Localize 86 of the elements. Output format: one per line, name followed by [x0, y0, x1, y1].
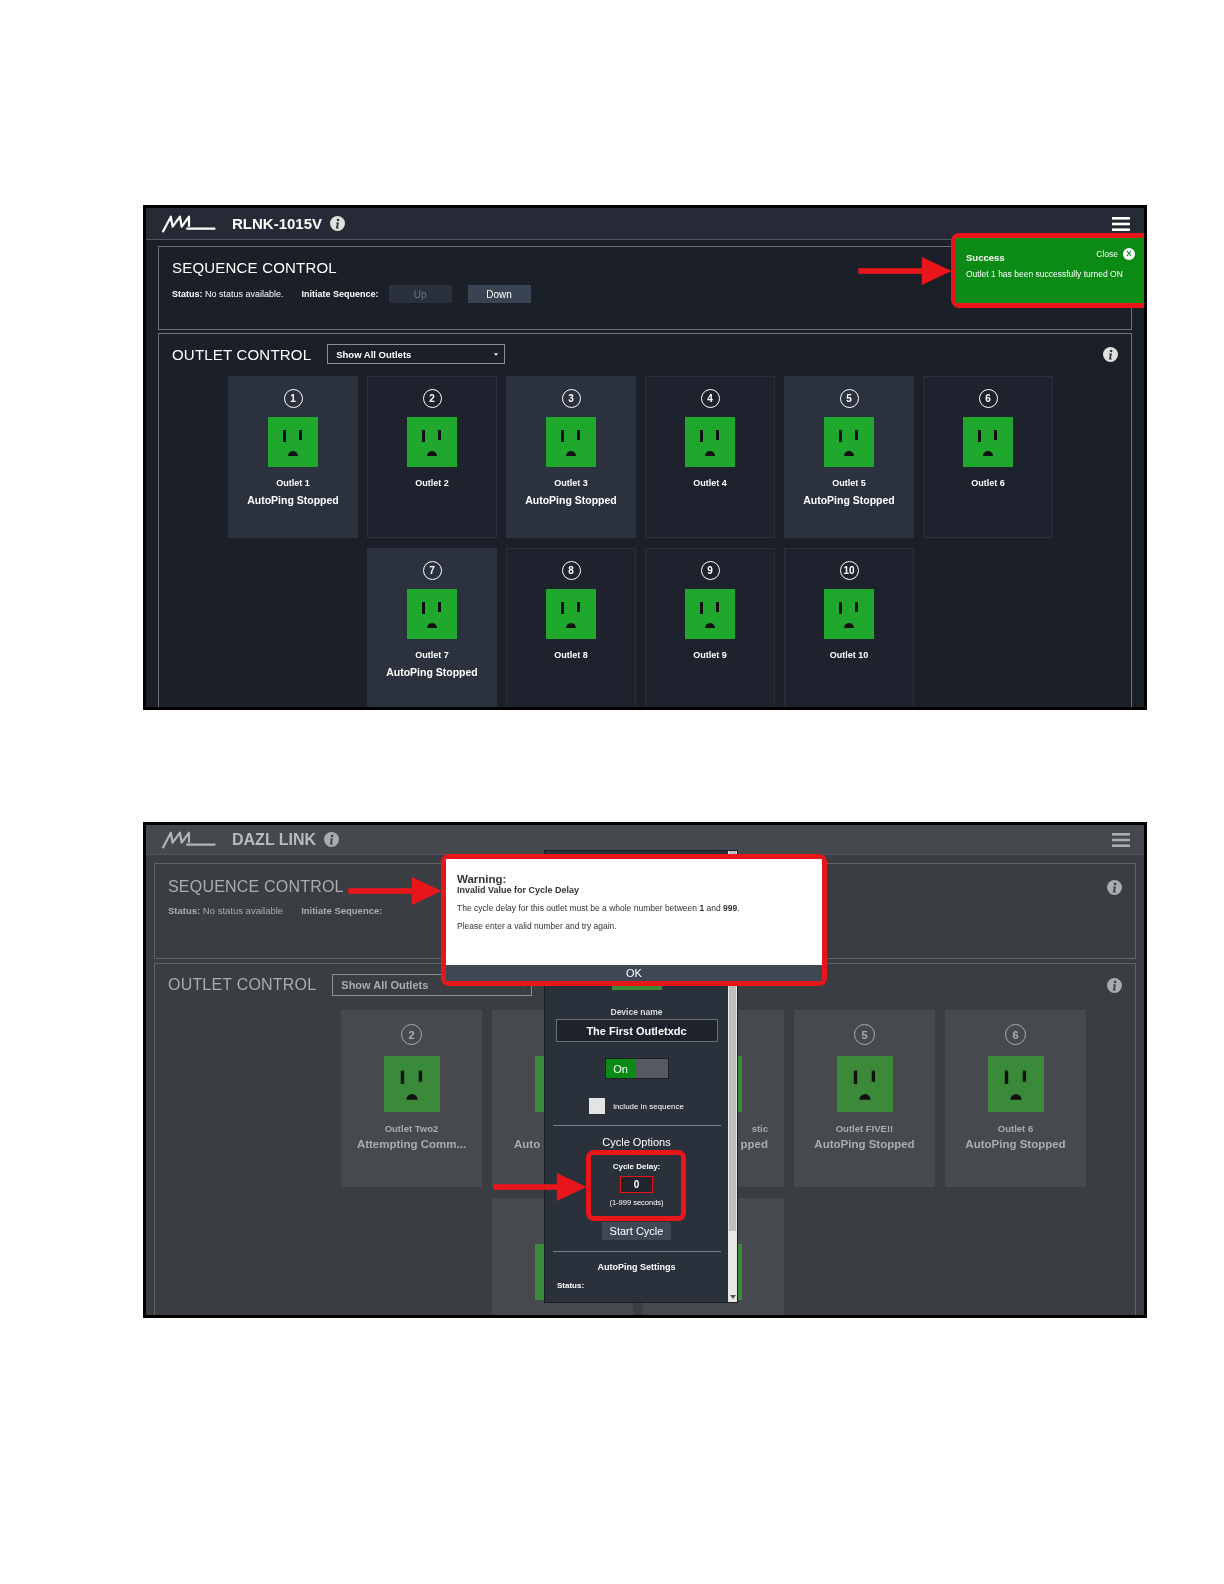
outlet-name: Outlet 2 [415, 478, 449, 489]
panel-title: OUTLET CONTROL [168, 976, 317, 994]
outlet-card[interactable]: 2 Outlet Two2 Attempting Comm... [341, 1010, 482, 1187]
outlet-status: pped [740, 1138, 768, 1150]
outlet-icon[interactable] [546, 589, 596, 639]
field-label: Status: [557, 1281, 585, 1290]
status-text: Status: No status available [168, 905, 284, 916]
checkbox[interactable] [589, 1098, 606, 1114]
ok-button[interactable]: OK [446, 965, 822, 981]
outlet-icon[interactable] [407, 589, 457, 639]
outlet-name: stic [751, 1123, 768, 1134]
outlet-status: AutoPing Stopped [814, 1138, 915, 1150]
checkbox-label: include in sequence [613, 1101, 684, 1111]
outlet-card[interactable]: 3 Outlet 3 AutoPing Stopped [506, 376, 636, 538]
outlet-icon[interactable] [268, 417, 318, 467]
section-title: Cycle Options [602, 1136, 671, 1148]
outlet-status: AutoPing Stopped [803, 494, 895, 506]
outlet-icon[interactable] [987, 1056, 1044, 1112]
dialog-message: Please enter a valid number and try again. [457, 921, 618, 931]
toast-title: Success [966, 252, 1005, 263]
outlet-name: Outlet Two2 [384, 1123, 439, 1134]
outlet-card[interactable]: 8 Outlet 8 [506, 548, 636, 707]
logo-icon [160, 829, 218, 850]
device-name-field[interactable]: The First Outletxdc [555, 1019, 718, 1042]
outlet-icon[interactable] [546, 417, 596, 467]
outlet-status: Attempting Comm... [356, 1138, 467, 1150]
close-button[interactable]: Close X [1096, 247, 1135, 260]
outlet-icon[interactable] [407, 417, 457, 467]
panel-title: SEQUENCE CONTROL [168, 878, 344, 896]
outlet-card[interactable]: 10 Outlet 10 [784, 548, 914, 707]
panel-title: SEQUENCE CONTROL [172, 259, 337, 276]
outlet-card[interactable]: 9 Outlet 9 [645, 548, 775, 707]
outlet-status: AutoPing Stopped [525, 494, 617, 506]
outlet-card[interactable]: 6 Outlet 6 AutoPing Stopped [945, 1010, 1086, 1187]
outlet-name: Outlet 5 [832, 478, 866, 489]
outlet-icon[interactable] [836, 1056, 893, 1112]
outlet-icon[interactable] [685, 589, 735, 639]
outlet-name: Outlet 6 [997, 1123, 1034, 1134]
toast-message: Outlet 1 has been successfully turned ON [966, 269, 1124, 279]
menu-icon[interactable] [1112, 216, 1130, 231]
outlet-card[interactable]: 1 Outlet 1 AutoPing Stopped [228, 376, 358, 538]
outlet-icon[interactable] [824, 417, 874, 467]
outlet-status: AutoPing Stopped [965, 1138, 1066, 1150]
outlet-card[interactable]: 5 Outlet FIVE!! AutoPing Stopped [794, 1010, 935, 1187]
cycle-delay-field[interactable]: 0 [620, 1176, 653, 1193]
status-text: Status: No status available. [172, 289, 284, 299]
outlet-status: Auto [514, 1138, 541, 1150]
outlet-name: Outlet 10 [829, 650, 869, 661]
dialog-message: The cycle delay for this outlet must be a whole number between 1 and 999. [457, 903, 741, 913]
logo-icon [160, 213, 218, 234]
app-title: RLNK-1015V [232, 215, 323, 232]
outlet-name: Outlet FIVE!! [835, 1123, 894, 1134]
outlet-card[interactable]: 7 Outlet 7 AutoPing Stopped [367, 548, 497, 707]
filter-dropdown[interactable]: Show All Outlets [327, 344, 506, 364]
outlet-name: Outlet 7 [415, 650, 449, 661]
dialog-title: Warning: [457, 873, 507, 885]
field-label: Cycle Delay: [612, 1162, 661, 1171]
outlet-card[interactable]: 2 Outlet 2 [367, 376, 497, 538]
sequence-button[interactable]: Down [467, 285, 531, 303]
outlet-icon[interactable] [383, 1056, 440, 1112]
dialog-subtitle: Invalid Value for Cycle Delay [457, 885, 581, 895]
outlet-status: AutoPing Stopped [247, 494, 339, 506]
on-off-toggle[interactable]: On [604, 1058, 669, 1079]
outlet-status: AutoPing Stopped [386, 666, 478, 678]
field-label: Device name [610, 1007, 663, 1017]
info-icon[interactable] [330, 216, 346, 231]
outlet-icon[interactable] [824, 589, 874, 639]
start-cycle-button[interactable]: Start Cycle [601, 1222, 672, 1240]
outlet-name: Outlet 4 [693, 478, 727, 489]
sequence-label: Initiate Sequence: [301, 289, 379, 299]
outlet-name: Outlet 1 [276, 478, 310, 489]
scroll-down-icon[interactable] [729, 1295, 736, 1299]
outlet-name: Outlet 6 [971, 478, 1005, 489]
outlet-name: Outlet 3 [554, 478, 588, 489]
section-title: AutoPing Settings [597, 1262, 676, 1272]
outlet-card[interactable]: 5 Outlet 5 AutoPing Stopped [784, 376, 914, 538]
outlet-icon[interactable] [963, 417, 1013, 467]
outlet-card[interactable]: 6 Outlet 6 [923, 376, 1053, 538]
outlet-icon[interactable] [685, 417, 735, 467]
info-icon[interactable] [1103, 346, 1118, 362]
sequence-label: Initiate Sequence: [301, 905, 383, 916]
app-title: DAZL LINK [232, 830, 317, 849]
outlet-card[interactable]: 4 Outlet 4 [645, 376, 775, 538]
panel-title: OUTLET CONTROL [172, 345, 312, 363]
outlet-name: Outlet 8 [554, 650, 588, 661]
outlet-name: Outlet 9 [693, 650, 727, 661]
